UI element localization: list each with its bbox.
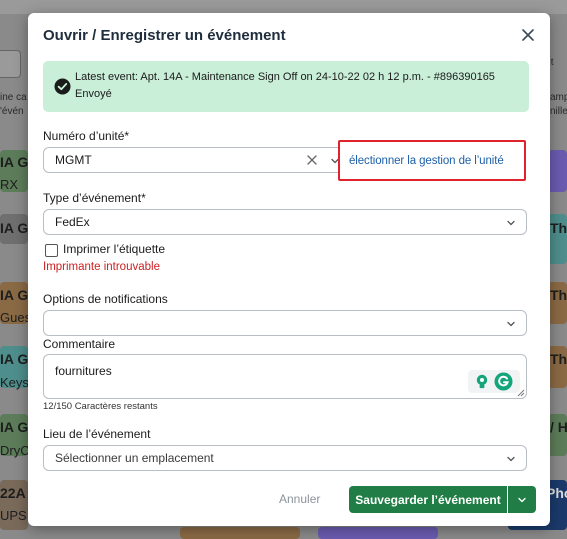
alert-text: Latest event: Apt. 14A - Maintenance Sig… [75,71,495,100]
location-label: Lieu de l’événement [43,427,151,441]
background-card-title: The [550,287,567,303]
location-select[interactable]: Sélectionner un emplacement [43,445,527,471]
select-unit-management-link[interactable]: électionner la gestion de l’unité [338,140,526,181]
notifications-label: Options de notifications [43,292,168,306]
background-card [318,527,438,539]
location-placeholder: Sélectionner un emplacement [55,451,214,465]
success-alert: Latest event: Apt. 14A - Maintenance Sig… [43,61,529,112]
background-card-sub: DryC [0,443,30,458]
print-label-checkbox[interactable] [45,244,58,257]
event-type-select[interactable]: FedEx [43,209,527,235]
cancel-button[interactable]: Annuler [279,492,320,506]
background-snippet: amp [550,92,567,103]
background-card-title: The [550,351,567,367]
background-snippet: ine ca [0,92,27,103]
background-card-title: IA G [0,351,29,367]
clear-icon[interactable] [306,154,318,166]
print-label-text: Imprimer l’étiquette [63,242,166,256]
background-header [0,0,567,14]
background-card-title: IA G [0,154,29,170]
lightbulb-icon[interactable] [474,373,490,390]
background-card-title: The [550,220,567,236]
event-dialog: Ouvrir / Enregistrer un événement Latest… [28,13,550,526]
background-input [0,50,21,78]
notifications-select[interactable] [43,310,527,336]
background-card-title: IA G [0,287,29,303]
printer-error: Imprimante introuvable [43,261,160,273]
background-card-title: IA G [0,220,29,236]
close-icon[interactable] [520,27,536,43]
background-card [548,150,567,192]
dialog-title: Ouvrir / Enregistrer un événement [43,27,286,44]
background-card [180,527,300,539]
check-circle-icon [54,78,71,95]
select-unit-management-label: électionner la gestion de l’unité [349,155,504,167]
extension-toolbar [468,370,520,393]
comment-textarea[interactable]: fournitures [43,354,527,399]
unit-value: MGMT [55,153,92,167]
unit-label: Numéro d’unité* [43,129,130,143]
unit-select[interactable]: MGMT [43,147,349,173]
save-options-button[interactable] [508,486,536,513]
background-snippet: nille [550,106,567,117]
save-event-button[interactable]: Sauvegarder l’événement [349,486,507,513]
chevron-down-icon [507,321,515,327]
background-card-sub: Keys [0,375,29,390]
background-card-sub: UPS [0,508,27,523]
event-type-value: FedEx [55,215,90,229]
event-type-label: Type d’événement* [43,191,146,205]
character-counter: 12/150 Caractères restants [43,401,158,412]
background-snippet: 'évén [0,106,24,117]
chevron-down-icon [507,220,515,226]
background-card-sub: Gues [0,310,32,325]
background-card-sub: RX [0,177,19,192]
chevron-down-icon [518,497,526,503]
comment-value: fournitures [55,364,112,378]
background-card-title: IA G [0,419,29,435]
comment-label: Commentaire [43,337,116,351]
background-card-title: / H [550,419,567,435]
chevron-down-icon [507,456,515,462]
grammarly-icon[interactable] [494,372,513,391]
resize-handle-icon[interactable] [517,389,525,397]
